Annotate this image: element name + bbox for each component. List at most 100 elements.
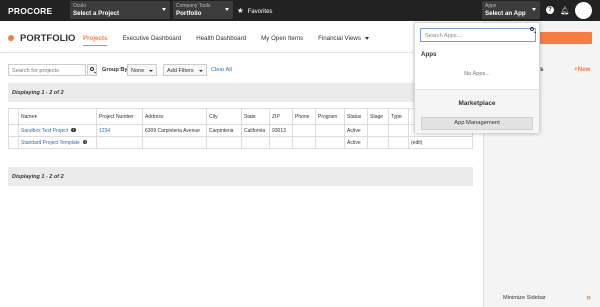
search-icon-handle: [533, 30, 536, 34]
project-stage-cell: [367, 124, 389, 137]
apps-heading: Apps: [421, 51, 437, 58]
column-header-phone[interactable]: Phone: [292, 108, 316, 125]
star-icon: ★: [237, 6, 244, 15]
header-divider: [0, 52, 483, 53]
favorites-label: Favorites: [247, 9, 273, 15]
project-address-cell: [142, 136, 207, 149]
marketplace-heading: Marketplace: [458, 100, 496, 107]
project-state-cell: [241, 136, 270, 149]
tools-selector-label: Company Tools: [176, 2, 211, 9]
double-chevron-right-icon[interactable]: »: [586, 292, 591, 302]
column-header-state[interactable]: State: [241, 108, 270, 125]
row-spacer: [8, 124, 19, 137]
project-name-link[interactable]: Standard Project Template: [21, 140, 80, 146]
project-number-cell: [96, 136, 143, 149]
column-header-name[interactable]: Name▾: [18, 108, 97, 125]
chevron-down-icon: [225, 8, 229, 11]
group-by-select[interactable]: None: [127, 64, 157, 76]
help-icon[interactable]: ?: [546, 6, 554, 14]
results-summary-top: Displaying 1 - 2 of 2: [8, 83, 473, 102]
results-summary-bottom: Displaying 1 - 2 of 2: [8, 167, 473, 186]
table-row: Standard Project Template i Active (edit): [8, 136, 473, 149]
page-title: PORTFOLIO: [20, 33, 76, 44]
tools-selector[interactable]: Company Tools Portfolio: [173, 1, 233, 19]
apps-dropdown-menu: Search Apps... Apps No Apps... Marketpla…: [414, 22, 540, 133]
project-city-cell: Carpinteria: [206, 124, 242, 137]
sidebar-section-heading: s: [540, 66, 544, 73]
column-header-program[interactable]: Program: [315, 108, 345, 125]
search-icon: [90, 67, 94, 71]
apps-selector-value: Select an App: [485, 10, 526, 17]
tab-executive-dashboard[interactable]: Executive Dashboard: [122, 35, 181, 46]
project-name-link[interactable]: Sandbox Test Project: [21, 128, 68, 134]
column-header-number[interactable]: Project Number: [96, 108, 143, 125]
app-management-button[interactable]: App Management: [421, 117, 533, 130]
project-address-cell: 6309 Carpinteria Avenue: [142, 124, 207, 137]
search-icon: [530, 27, 534, 31]
project-phone-cell: [292, 136, 316, 149]
favorites-button[interactable]: ★ Favorites: [237, 6, 272, 15]
column-header-city[interactable]: City: [206, 108, 242, 125]
row-spacer: [8, 136, 19, 149]
project-program-cell: [315, 136, 345, 149]
chevron-down-icon: [199, 69, 203, 72]
tab-financial-views-label: Financial Views: [318, 35, 361, 42]
project-number-cell[interactable]: 1234: [96, 124, 143, 137]
column-header-address[interactable]: Address: [142, 108, 207, 125]
results-count: Displaying 1 - 2 of 2: [12, 173, 64, 180]
marketplace-section: Marketplace App Management: [415, 89, 539, 133]
bell-icon[interactable]: 🔔︎: [560, 6, 570, 15]
add-filters-select[interactable]: Add Filters: [163, 64, 207, 76]
sidebar-action-button[interactable]: [540, 32, 592, 44]
chevron-down-icon: [149, 69, 153, 72]
avatar[interactable]: [575, 2, 592, 19]
chevron-down-icon: [364, 36, 369, 40]
project-selector-value: Select a Project: [73, 10, 120, 17]
tab-bar: Projects Executive Dashboard Health Dash…: [83, 35, 384, 46]
tab-financial-views[interactable]: Financial Views: [318, 35, 369, 46]
project-type-cell: [388, 136, 409, 149]
column-header-type[interactable]: Type: [388, 108, 409, 125]
tab-health-dashboard[interactable]: Health Dashboard: [196, 35, 246, 46]
group-by-value: None: [131, 67, 145, 74]
project-phone-cell: [292, 124, 316, 137]
table-header-row: Name▾ Project Number Address City State …: [8, 108, 473, 125]
top-navigation-bar: PROCORE Oculo Select a Project Company T…: [0, 0, 600, 21]
chevron-down-icon: [162, 8, 166, 11]
search-icon-handle: [93, 70, 97, 74]
apps-search-input[interactable]: Search Apps...: [420, 28, 536, 42]
tools-selector-value: Portfolio: [176, 10, 202, 17]
tab-my-open-items[interactable]: My Open Items: [261, 35, 303, 46]
portfolio-icon: [8, 35, 14, 41]
search-button[interactable]: [87, 64, 97, 76]
chevron-down-icon: [532, 8, 536, 11]
project-selector[interactable]: Oculo Select a Project: [70, 1, 170, 19]
column-header-stage[interactable]: Stage: [367, 108, 389, 125]
procore-logo[interactable]: PROCORE: [8, 6, 52, 16]
column-header-zip[interactable]: ZIP: [269, 108, 293, 125]
info-icon[interactable]: i: [71, 127, 76, 133]
edit-link[interactable]: (edit): [408, 136, 473, 149]
apps-selector-label: Apps: [485, 2, 497, 9]
project-type-cell: [388, 124, 409, 137]
column-header-status[interactable]: Status: [344, 108, 368, 125]
table-row: Sandbox Test Project i 1234 6309 Carpinte…: [8, 124, 473, 137]
project-status-cell: Active: [344, 136, 368, 149]
project-name-cell[interactable]: Sandbox Test Project i: [18, 124, 97, 137]
project-search-input[interactable]: Search for projects: [8, 64, 86, 76]
minimize-sidebar-button[interactable]: Minimize Sidebar: [503, 295, 546, 301]
sidebar-new-button[interactable]: +New: [574, 66, 590, 73]
apps-selector[interactable]: Apps Select an App: [482, 1, 540, 19]
apps-empty-state: No Apps...: [464, 71, 490, 77]
projects-table: Name▾ Project Number Address City State …: [8, 108, 473, 149]
tab-projects[interactable]: Projects: [83, 35, 108, 46]
group-by-label: Group By:: [102, 67, 130, 73]
project-city-cell: [206, 136, 242, 149]
results-count: Displaying 1 - 2 of 2: [12, 89, 64, 96]
clear-all-link[interactable]: Clear All: [211, 67, 232, 73]
project-program-cell: [315, 124, 345, 137]
project-name-cell[interactable]: Standard Project Template i: [18, 136, 97, 149]
project-stage-cell: [367, 136, 389, 149]
project-zip-cell: 93013: [269, 124, 293, 137]
info-icon[interactable]: i: [82, 139, 88, 145]
